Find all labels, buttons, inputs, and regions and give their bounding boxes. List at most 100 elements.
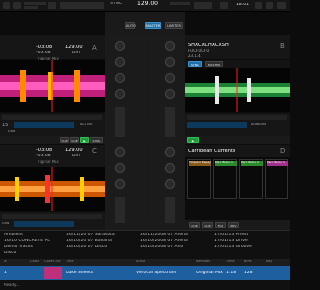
playlist-item[interactable]: 16/10/20 07 Disco [66, 245, 138, 250]
column-num[interactable]: # [4, 260, 7, 264]
tree-item[interactable]: Demo Tracks [4, 245, 33, 250]
channel-b-mid-knob[interactable] [165, 73, 175, 83]
remix-slot[interactable]: Perc Bubu 1 [265, 159, 288, 199]
limiter-button[interactable]: LIMITER [165, 22, 183, 29]
deck-a-bpm[interactable]: 129.00 [65, 45, 83, 50]
channel-a-fader[interactable] [115, 107, 125, 137]
deck-d-transport: CUE CUP FLX REV [185, 220, 290, 230]
playlist-item[interactable]: 16/10/20 07 Bavaria [66, 239, 138, 244]
load-meter [24, 6, 38, 9]
browser: Ambient 16/10 CONCRETE PL Demo Tracks Di… [0, 230, 290, 290]
playlist-item[interactable]: 17/01/13 Groove [214, 245, 288, 250]
channel-a-gain-knob[interactable] [115, 41, 125, 51]
deck-a-transport: CUP CUE ▶ SYNC [0, 136, 105, 144]
channel-b-hi-knob[interactable] [165, 57, 175, 67]
deck-a-overview[interactable] [2, 115, 102, 120]
channel-c-mid-knob[interactable] [115, 179, 125, 189]
deck-a-loop-bar[interactable] [14, 122, 74, 128]
deck-a-sync[interactable]: SYNC [90, 137, 103, 143]
table-row[interactable]: 1 Luke Sheets Vertical Spectrum Original… [0, 266, 290, 280]
playlist-item[interactable]: 16/11/2008 07 Arena [140, 233, 212, 238]
channel-b-low-knob[interactable] [165, 89, 175, 99]
deck-a-waveform[interactable] [0, 60, 105, 112]
remix-slot[interactable]: Perc Bubu 1 [213, 159, 237, 199]
audio-icon[interactable] [13, 2, 21, 9]
deck-b-label: FUCFUCFU [188, 49, 210, 53]
row-bpm: 128 [244, 271, 253, 275]
column-cover[interactable]: Cover Art [44, 260, 61, 264]
auto-button[interactable]: AUTO [125, 22, 136, 29]
deck-c-grid[interactable]: Grid [2, 222, 9, 226]
deck-b-sync[interactable]: SYNC [188, 61, 202, 67]
deck-b-header: SHXCXCHXCXSH FUCFUCFU 23.1.4 B [185, 35, 290, 59]
deck-d-rev[interactable]: REV [228, 222, 239, 228]
playlist-item[interactable]: 16/10/2008 07 Ano [140, 245, 212, 250]
deck-b-overview[interactable] [187, 115, 287, 120]
deck-b-loop-bar[interactable] [187, 122, 247, 128]
channel-d-mid-knob[interactable] [165, 179, 175, 189]
deck-d-cue[interactable]: CUE [189, 222, 200, 228]
column-bpm[interactable]: BPM [244, 260, 252, 264]
playlist-item[interactable]: 16/10/2008 07 Arena [140, 239, 212, 244]
channel-a-low-knob[interactable] [115, 89, 125, 99]
deck-c-loop-bar[interactable] [14, 221, 74, 227]
tree-item[interactable]: Ambient [4, 233, 23, 238]
deck-d-slots: Timpani Papayero Perc Bubu 1 Perc Bubu 2… [185, 157, 290, 201]
channel-a-mid-knob[interactable] [115, 73, 125, 83]
fullscreen-icon[interactable] [266, 2, 273, 9]
channel-b-fader[interactable] [165, 107, 175, 137]
deck-b-autogrid[interactable]: AutoGrid [251, 123, 266, 127]
deck-b-play[interactable]: ▶ [187, 137, 199, 143]
slot-name: Perc Bubu 1 [267, 161, 288, 166]
deck-c-remaining: -03:08 [36, 154, 51, 158]
deck-a-active[interactable]: ACTIVE [80, 123, 93, 127]
layout-icon[interactable] [255, 2, 262, 9]
playlist-item[interactable]: 17/01/13 Drive [214, 239, 288, 244]
deck-c-letter: C [92, 148, 97, 155]
channel-c-hi-knob[interactable] [115, 163, 125, 173]
column-title[interactable]: Title [66, 260, 74, 264]
column-artist[interactable]: Artist [136, 260, 145, 264]
deck-a-waveform-graphic [0, 60, 105, 112]
channel-a-hi-knob[interactable] [115, 57, 125, 67]
deck-c-waveform[interactable] [0, 167, 105, 211]
deck-a-elapsed: -03:08 [36, 45, 53, 50]
tree-item[interactable]: 16/10 CONCRETE PL [4, 239, 50, 244]
channel-b-gain-knob[interactable] [165, 41, 175, 51]
clock: 18:01 [236, 3, 249, 7]
column-remixer[interactable]: Remixer [196, 260, 210, 264]
settings-gear-icon[interactable] [277, 2, 286, 9]
channel-c-gain-knob[interactable] [115, 147, 125, 157]
channel-c-fader[interactable] [115, 197, 125, 223]
row-time: 1:18 [226, 271, 237, 275]
deck-a-play[interactable]: ▶ [80, 137, 89, 143]
deck-c-overview[interactable] [2, 214, 102, 219]
remix-slot[interactable]: Perc Bubu 2 [239, 159, 263, 199]
recorder-button[interactable] [194, 2, 212, 9]
deck-b-master[interactable]: MASTER [205, 61, 223, 67]
deck-a-letter: A [92, 45, 97, 52]
column-color[interactable]: Color [30, 260, 39, 264]
deck-d-cup[interactable]: CUP [202, 222, 213, 228]
playlist-item[interactable]: 17/01/13 Priest [214, 233, 288, 238]
midi-icon[interactable] [48, 2, 56, 9]
deck-c-bpm[interactable]: 129.00 [65, 148, 83, 153]
remix-slot[interactable]: Timpani Papayero [187, 159, 211, 199]
rec-area[interactable] [60, 2, 104, 9]
channel-d-gain-knob[interactable] [165, 147, 175, 157]
deck-d-letter: D [280, 148, 286, 155]
deck-a-cue[interactable]: CUE [70, 137, 79, 143]
channel-d-fader[interactable] [165, 197, 175, 223]
column-key[interactable]: Key [266, 260, 272, 264]
deck-a-grid[interactable]: Grid [8, 130, 15, 134]
master-tempo[interactable]: 129.00 [137, 1, 158, 7]
column-time[interactable]: Time [226, 260, 235, 264]
deck-b-waveform[interactable] [185, 68, 290, 112]
deck-a-cup[interactable]: CUP [60, 137, 69, 143]
deck-d-flx[interactable]: FLX [215, 222, 226, 228]
master-button[interactable]: MASTER [145, 22, 161, 29]
tree-item[interactable]: Disco [4, 251, 16, 256]
channel-d-hi-knob[interactable] [165, 163, 175, 173]
playlist-item[interactable]: 16/11/20 07 Sarasota [66, 233, 138, 238]
deck-c-controls: Grid [0, 212, 105, 230]
